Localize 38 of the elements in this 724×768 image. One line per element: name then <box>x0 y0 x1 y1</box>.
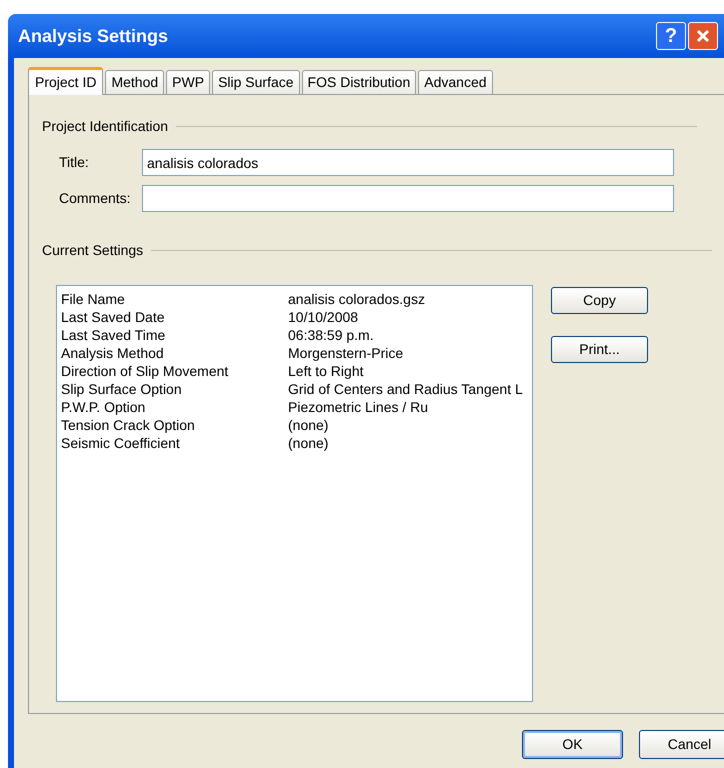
dialog-button[interactable]: Cancel <box>639 730 724 759</box>
setting-name: File Name <box>61 290 126 308</box>
setting-value: analisis colorados.gsz <box>288 290 425 308</box>
group-heading: Current Settings <box>42 241 144 260</box>
setting-name: Direction of Slip Movement <box>61 362 230 380</box>
tab[interactable]: PWP <box>166 70 210 94</box>
text-field[interactable] <box>142 185 674 212</box>
setting-value: Morgenstern-Price <box>288 344 404 362</box>
group-heading: Project Identification <box>42 117 168 136</box>
close-icon <box>695 28 711 44</box>
tab[interactable]: Method <box>105 70 164 94</box>
help-button[interactable]: ? <box>656 22 686 50</box>
window-title: Analysis Settings <box>18 24 170 48</box>
setting-name: P.W.P. Option <box>61 398 146 416</box>
setting-value: 06:38:59 p.m. <box>288 326 374 344</box>
setting-value: (none) <box>288 434 328 452</box>
action-button[interactable]: Copy <box>551 287 648 314</box>
tab[interactable]: Project ID <box>28 67 104 95</box>
tab[interactable]: Slip Surface <box>212 70 300 94</box>
field-label: Title: <box>58 153 90 172</box>
action-button[interactable]: Print... <box>551 336 648 363</box>
tab[interactable]: FOS Distribution <box>302 70 416 94</box>
field-label: Comments: <box>58 189 132 208</box>
setting-name: Slip Surface Option <box>61 380 183 398</box>
text-field[interactable]: analisis colorados <box>142 149 674 176</box>
setting-value: Piezometric Lines / Ru <box>288 398 428 416</box>
setting-value: Grid of Centers and Radius Tangent L <box>288 380 523 398</box>
setting-value: Left to Right <box>288 362 364 380</box>
dialog-button[interactable]: OK <box>522 730 623 759</box>
setting-name: Analysis Method <box>61 344 165 362</box>
tab[interactable]: Advanced <box>418 70 493 94</box>
close-button[interactable] <box>688 22 718 50</box>
setting-value: 10/10/2008 <box>288 308 358 326</box>
setting-name: Seismic Coefficient <box>61 434 181 452</box>
setting-name: Tension Crack Option <box>61 416 196 434</box>
setting-name: Last Saved Date <box>61 308 166 326</box>
setting-value: (none) <box>288 416 328 434</box>
setting-name: Last Saved Time <box>61 326 166 344</box>
